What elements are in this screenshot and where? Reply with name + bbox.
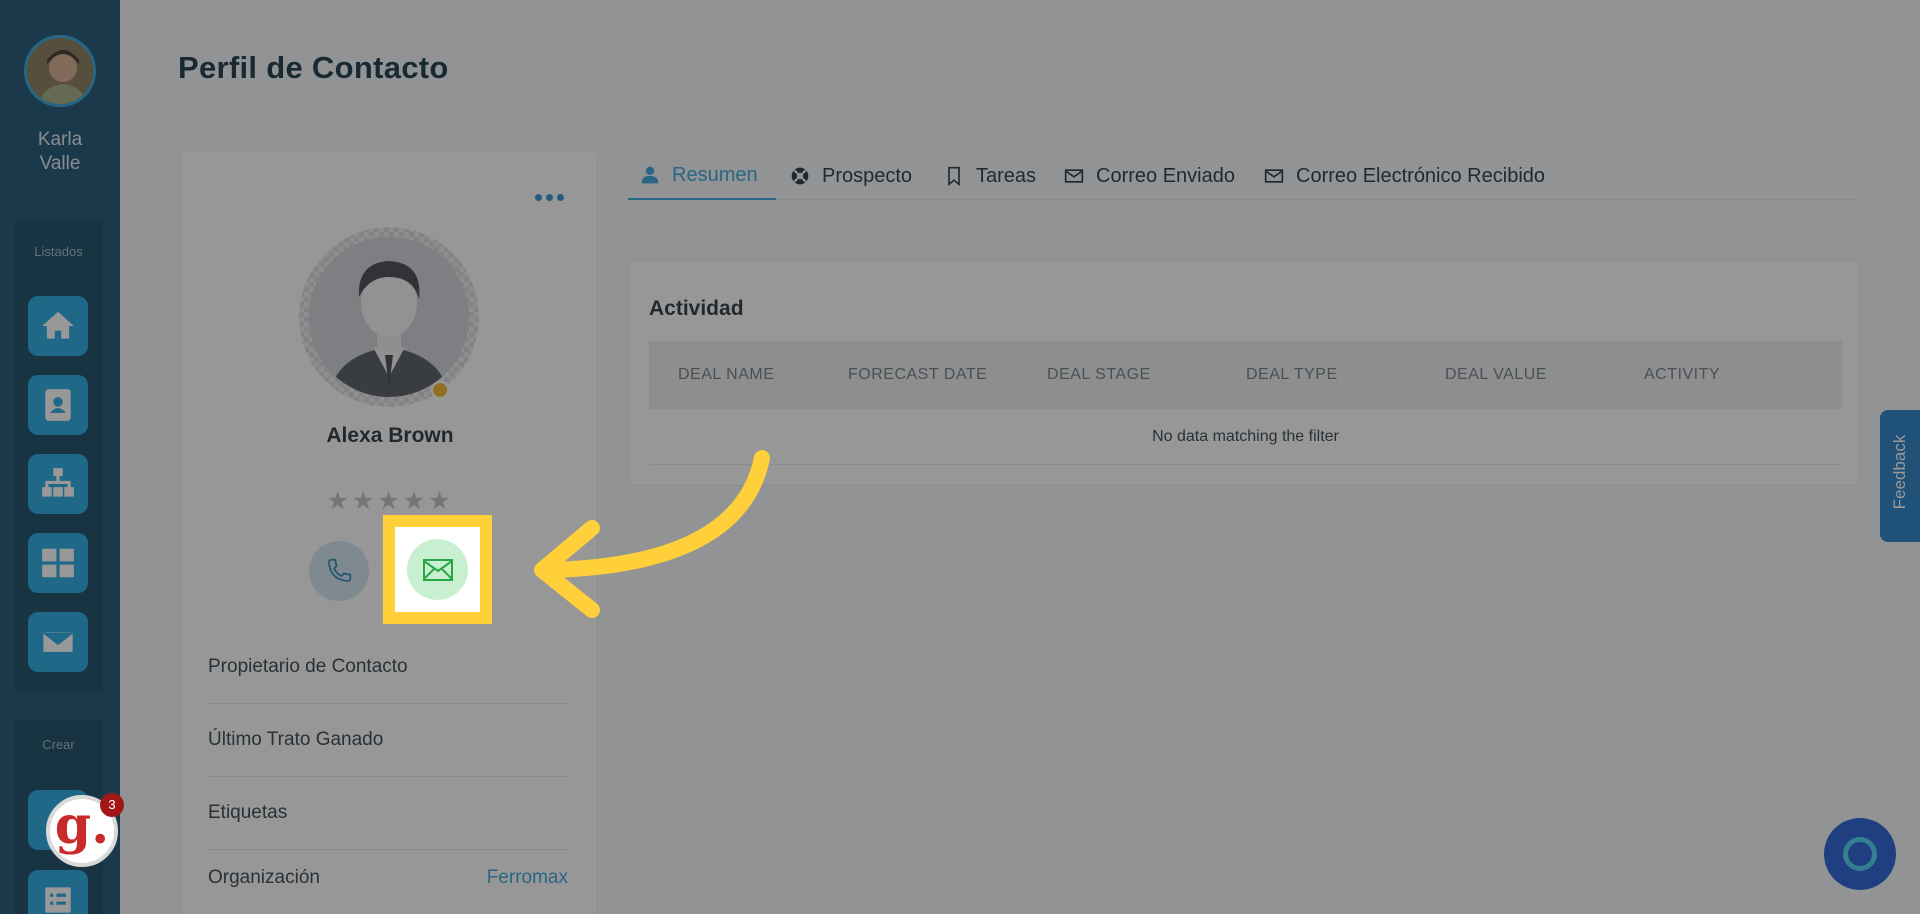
- field-label: Organización: [208, 866, 320, 888]
- activity-card: Actividad DEAL NAME FORECAST DATE DEAL S…: [628, 260, 1860, 486]
- table-header: DEAL NAME FORECAST DATE DEAL STAGE DEAL …: [649, 341, 1842, 409]
- sidebar-item-dashboard[interactable]: [28, 533, 88, 593]
- user-avatar[interactable]: [24, 35, 96, 107]
- phone-icon: [328, 558, 352, 582]
- grid-icon: [42, 548, 74, 578]
- sidebar-item-contacts[interactable]: [28, 375, 88, 435]
- bookmark-icon: [948, 166, 960, 186]
- tab-tareas[interactable]: Tareas: [944, 152, 1036, 200]
- column-header[interactable]: DEAL VALUE: [1445, 341, 1547, 409]
- column-header[interactable]: DEAL NAME: [678, 341, 774, 409]
- empty-table-message: No data matching the filter: [649, 409, 1842, 465]
- column-header[interactable]: ACTIVITY: [1644, 341, 1720, 409]
- field-label: Etiquetas: [208, 802, 288, 823]
- column-header[interactable]: FORECAST DATE: [848, 341, 987, 409]
- contact-owner-row: Propietario de Contacto: [208, 631, 568, 704]
- organization-link[interactable]: Ferromax: [487, 867, 568, 889]
- contact-avatar: [299, 227, 479, 407]
- sidebar: Karla Valle Listados Crear: [0, 0, 120, 914]
- checklist-icon: [45, 887, 71, 913]
- listings-label: Listados: [34, 244, 83, 259]
- profile-tabs: Resumen Prospecto Tareas Correo Enviado …: [628, 152, 1860, 200]
- tags-row: Etiquetas: [208, 777, 568, 850]
- notification-count: 3: [100, 793, 124, 817]
- mail-icon: [40, 629, 76, 655]
- sidebar-item-email[interactable]: [28, 612, 88, 672]
- last-deal-won-row: Último Trato Ganado: [208, 704, 568, 777]
- lifebuoy-icon: [791, 167, 809, 185]
- field-label: Último Trato Ganado: [208, 729, 384, 750]
- listings-panel: Listados: [14, 220, 103, 692]
- tab-label: Resumen: [672, 163, 758, 186]
- tab-prospecto[interactable]: Prospecto: [790, 152, 912, 200]
- highlighted-email-button[interactable]: [407, 539, 468, 600]
- status-dot: [431, 381, 449, 399]
- person-placeholder-icon: [309, 237, 469, 397]
- user-name: Karla Valle: [37, 129, 83, 174]
- mail-icon: [1064, 169, 1084, 183]
- contact-card-icon: [45, 389, 71, 421]
- chat-icon: [1843, 837, 1877, 871]
- organization-row: Organización Ferromax: [208, 841, 568, 914]
- org-chart-icon: [42, 468, 74, 497]
- feedback-label: Feedback: [1890, 434, 1909, 510]
- page-title: Perfil de Contacto: [178, 50, 449, 85]
- sidebar-item-organizations[interactable]: [28, 454, 88, 514]
- feedback-tab[interactable]: Feedback: [1880, 410, 1920, 542]
- activity-title: Actividad: [649, 297, 744, 320]
- call-button[interactable]: [309, 541, 369, 601]
- field-label: Propietario de Contacto: [208, 656, 408, 677]
- more-options-button[interactable]: [529, 187, 569, 207]
- pointer-arrow-icon: [534, 450, 770, 618]
- create-item-tasks[interactable]: [28, 870, 88, 914]
- create-label: Crear: [42, 737, 75, 752]
- column-header[interactable]: DEAL STAGE: [1047, 341, 1151, 409]
- home-icon: [42, 311, 74, 339]
- mail-icon: [422, 558, 453, 581]
- highlight-box: [383, 515, 492, 624]
- tab-label: Correo Enviado: [1096, 164, 1235, 187]
- tab-correo-recibido[interactable]: Correo Electrónico Recibido: [1264, 152, 1545, 200]
- tab-resumen[interactable]: Resumen: [628, 152, 776, 200]
- column-header[interactable]: DEAL TYPE: [1246, 341, 1338, 409]
- mail-icon: [1264, 169, 1284, 183]
- tab-label: Prospecto: [822, 164, 913, 187]
- guide-badge[interactable]: g. 3: [46, 793, 124, 867]
- user-icon: [641, 166, 659, 184]
- chat-button[interactable]: [1824, 818, 1896, 890]
- sidebar-item-home[interactable]: [28, 296, 88, 356]
- tab-label: Correo Electrónico Recibido: [1296, 164, 1546, 187]
- tab-label: Tareas: [976, 164, 1037, 187]
- tab-correo-enviado[interactable]: Correo Enviado: [1064, 152, 1235, 200]
